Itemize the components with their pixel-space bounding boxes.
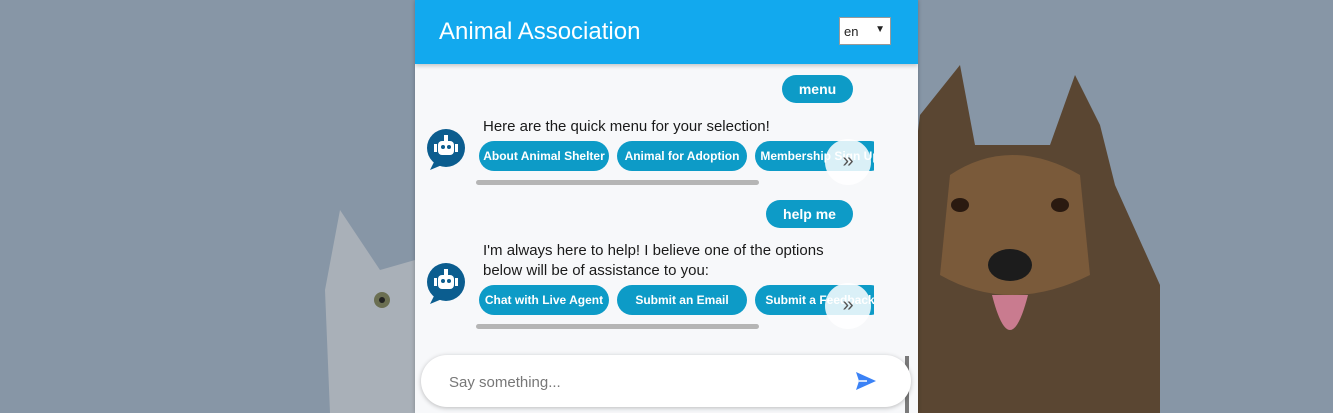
bot-message-line: below will be of assistance to you: [483, 262, 709, 279]
next-options-button[interactable]: » [825, 283, 871, 329]
user-message-bubble: menu [782, 75, 853, 103]
quick-options-row: Chat with Live Agent Submit an Email Submi… [479, 285, 874, 317]
options-scrollbar[interactable] [476, 324, 759, 329]
dog-background-image [900, 65, 1160, 413]
quick-options-row: About Animal Shelter Animal for Adoption M… [479, 141, 874, 173]
bot-message-text: I'm always here to help! I believe one o… [483, 241, 873, 281]
bot-avatar-icon [427, 263, 465, 304]
bot-avatar-icon [427, 129, 465, 170]
bot-message-line: Here are the quick menu for your selecti… [483, 118, 770, 135]
options-scrollbar[interactable] [476, 180, 759, 185]
message-input[interactable] [447, 370, 811, 394]
option-chat-with-live-agent[interactable]: Chat with Live Agent [479, 285, 609, 315]
option-about-animal-shelter[interactable]: About Animal Shelter [479, 141, 609, 171]
dropdown-caret-icon: ▼ [875, 24, 885, 35]
message-input-bar [421, 355, 911, 407]
chat-title: Animal Association [439, 18, 641, 45]
language-select[interactable]: en ▼ [839, 17, 891, 45]
language-value: en [844, 24, 859, 39]
chat-window: Animal Association en ▼ menu Here are th… [415, 0, 918, 413]
bot-message-line: I'm always here to help! I believe one o… [483, 242, 824, 259]
user-message-bubble: help me [766, 200, 853, 228]
option-animal-for-adoption[interactable]: Animal for Adoption [617, 141, 747, 171]
double-chevron-right-icon: » [842, 150, 854, 172]
double-chevron-right-icon: » [842, 294, 854, 316]
chat-header: Animal Association en ▼ [415, 0, 918, 64]
option-submit-an-email[interactable]: Submit an Email [617, 285, 747, 315]
next-options-button[interactable]: » [825, 139, 871, 185]
bot-message-text: Here are the quick menu for your selecti… [483, 117, 873, 137]
send-icon[interactable] [854, 369, 878, 393]
